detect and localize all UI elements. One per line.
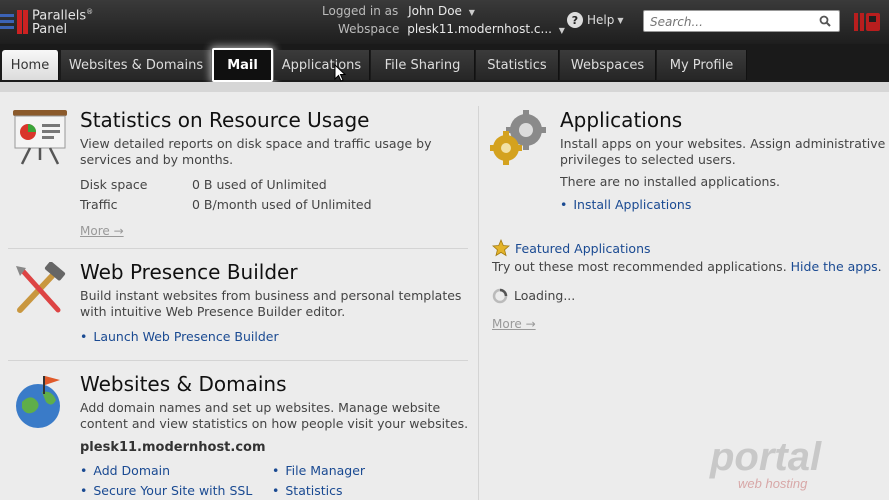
loading-spinner-icon (492, 288, 508, 304)
secure-ssl-link[interactable]: Secure Your Site with SSL (93, 483, 252, 498)
tab-mail[interactable]: Mail (212, 48, 273, 82)
stat-row: Traffic 0 B/month used of Unlimited (80, 196, 372, 212)
apps-status: There are no installed applications. (560, 174, 780, 189)
wd-section: Websites & Domains Add domain names and … (80, 372, 480, 500)
parallels-logo-icon (0, 6, 28, 36)
featured-apps-description: Try out these most recommended applicati… (492, 259, 787, 274)
apps-title: Applications (560, 108, 683, 132)
parallels-logo[interactable]: Parallels® Panel (0, 3, 93, 39)
domain-name: plesk11.modernhost.com (80, 440, 266, 455)
portal-watermark-logo: portal web hosting (709, 435, 822, 491)
file-manager-link[interactable]: File Manager (285, 463, 365, 478)
mouse-cursor-icon (334, 64, 346, 82)
help-label: Help (587, 13, 615, 27)
help-menu[interactable]: ? Help ▼ (567, 12, 624, 28)
stats-more-link[interactable]: More → (80, 224, 124, 238)
list-item: • Add Domain (80, 462, 171, 478)
webspace-label: Webspace (338, 22, 400, 36)
star-icon (492, 239, 510, 257)
stats-section: Statistics on Resource Usage View detail… (80, 108, 470, 239)
install-applications-link[interactable]: Install Applications (573, 197, 691, 212)
chevron-down-icon[interactable]: ▼ (469, 8, 475, 17)
section-divider (8, 248, 468, 249)
wd-title: Websites & Domains (80, 372, 287, 396)
tab-applications[interactable]: Applications (274, 50, 370, 80)
stats-title: Statistics on Resource Usage (80, 108, 370, 132)
tab-file-sharing[interactable]: File Sharing (371, 50, 475, 80)
logged-in-label: Logged in as (322, 4, 399, 18)
help-icon: ? (567, 12, 583, 28)
section-divider (8, 360, 468, 361)
list-item: • Launch Web Presence Builder (80, 328, 279, 344)
svg-text:portal: portal (709, 435, 822, 479)
tab-home[interactable]: Home (2, 50, 59, 80)
apps-more-link[interactable]: More → (492, 317, 536, 331)
list-item: • Install Applications (560, 196, 692, 212)
chevron-down-icon[interactable]: ▼ (559, 26, 565, 35)
logo-line2: Panel (32, 21, 68, 37)
stat-row: Disk space 0 B used of Unlimited (80, 176, 327, 192)
top-header: Parallels® Panel Logged in as John Doe ▼… (0, 0, 889, 44)
wd-description: Add domain names and set up websites. Ma… (80, 400, 469, 431)
tab-my-profile[interactable]: My Profile (657, 50, 747, 80)
wpb-title: Web Presence Builder (80, 260, 298, 284)
statistics-link[interactable]: Statistics (285, 483, 342, 498)
presentation-board-icon (13, 110, 67, 165)
launch-wpb-link[interactable]: Launch Web Presence Builder (93, 329, 278, 344)
add-domain-link[interactable]: Add Domain (93, 463, 170, 478)
main-nav: Home Websites & Domains Mail Application… (0, 44, 889, 82)
login-info: Logged in as John Doe ▼ Webspace plesk11… (322, 4, 565, 36)
svg-text:web hosting: web hosting (738, 476, 808, 491)
search-icon[interactable] (819, 15, 831, 27)
search-input[interactable] (644, 12, 809, 32)
featured-apps-title[interactable]: Featured Applications (515, 241, 651, 256)
list-item: • Secure Your Site with SSL (80, 482, 253, 498)
apps-section: Applications Install apps on your websit… (560, 108, 889, 214)
wpb-section: Web Presence Builder Build instant websi… (80, 260, 470, 346)
hide-apps-link[interactable]: Hide the apps (791, 259, 878, 274)
stats-description: View detailed reports on disk space and … (80, 136, 432, 167)
tab-websites-domains[interactable]: Websites & Domains (61, 50, 212, 80)
search-box (643, 10, 840, 32)
gears-icon (490, 110, 546, 165)
list-item: • File Manager (272, 462, 366, 478)
wpb-description: Build instant websites from business and… (80, 288, 462, 319)
globe-flag-icon (16, 376, 60, 428)
chevron-down-icon: ▼ (617, 15, 624, 25)
parallels-brand-icon (854, 13, 880, 31)
apps-description: Install apps on your websites. Assign ad… (560, 136, 886, 167)
featured-apps-section: Featured Applications Try out these most… (492, 239, 882, 331)
tab-webspaces[interactable]: Webspaces (560, 50, 656, 80)
tools-icon (16, 262, 66, 313)
user-name-link[interactable]: John Doe (408, 4, 462, 18)
tab-statistics[interactable]: Statistics (476, 50, 559, 80)
webspace-selector[interactable]: plesk11.modernhost.c... (407, 22, 552, 36)
list-item: • Statistics (272, 482, 343, 498)
loading-text: Loading... (514, 288, 576, 303)
